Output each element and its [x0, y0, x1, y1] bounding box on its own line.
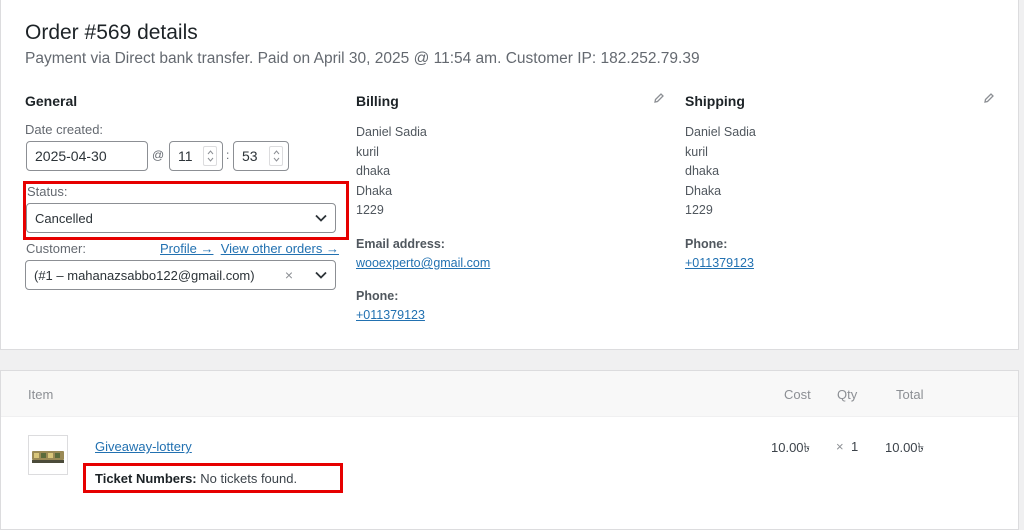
product-name-link[interactable]: Giveaway-lottery [95, 439, 192, 454]
profile-link[interactable]: Profile → [160, 241, 213, 256]
customer-select[interactable]: (#1 – mahanazsabbo122@gmail.com) × [25, 260, 336, 290]
item-column-header: Item [28, 387, 54, 402]
billing-address-line: 1229 [356, 203, 384, 218]
date-value: 2025-04-30 [35, 148, 107, 164]
shipping-address-line: kuril [685, 144, 708, 159]
pencil-icon[interactable] [653, 92, 665, 104]
status-highlight-box [23, 181, 349, 240]
spinner-arrows-icon[interactable] [203, 146, 217, 166]
time-colon: : [226, 148, 230, 162]
billing-address-line: Dhaka [356, 183, 393, 198]
hour-input[interactable]: 11 [169, 141, 223, 171]
shipping-address: Daniel Sadia kuril dhaka Dhaka 1229 [685, 123, 756, 221]
order-subtitle: Payment via Direct bank transfer. Paid o… [25, 50, 700, 67]
hour-value: 11 [178, 148, 193, 164]
shipping-address-line: Daniel Sadia [685, 125, 756, 139]
shipping-phone-link[interactable]: +011379123 [685, 256, 754, 270]
view-other-orders-link[interactable]: View other orders → [221, 241, 339, 256]
billing-address-line: dhaka [356, 164, 391, 179]
customer-label: Customer: [26, 241, 86, 256]
billing-heading: Billing [356, 93, 399, 109]
billing-phone-label: Phone: [356, 289, 399, 303]
billing-address-line: kuril [356, 144, 379, 159]
date-created-input[interactable]: 2025-04-30 [26, 141, 148, 171]
shipping-address-line: Dhaka [685, 183, 722, 198]
shipping-address-line: dhaka [685, 164, 720, 179]
billing-address: Daniel Sadia kuril dhaka Dhaka 1229 [356, 123, 427, 221]
customer-links: Profile → View other orders → [160, 241, 339, 256]
billing-email-label: Email address: [356, 237, 445, 251]
ticket-highlight-box [83, 463, 343, 493]
cost-column-header: Cost [784, 387, 811, 402]
pencil-icon[interactable] [983, 92, 995, 104]
minute-value: 53 [242, 148, 258, 164]
billing-email-link[interactable]: wooexperto@gmail.com [356, 256, 490, 270]
item-qty: 1 [851, 439, 859, 454]
items-table-header: Item Cost Qty Total [1, 371, 1018, 417]
billing-address-line: Daniel Sadia [356, 125, 427, 139]
spinner-arrows-icon[interactable] [269, 146, 283, 166]
at-sign: @ [152, 148, 165, 162]
general-heading: General [25, 93, 78, 109]
total-column-header: Total [896, 387, 924, 402]
billing-phone-link[interactable]: +011379123 [356, 308, 425, 322]
date-created-label: Date created: [25, 122, 104, 137]
qty-prefix: × [836, 439, 844, 454]
shipping-phone-label: Phone: [685, 237, 728, 251]
page-title: Order #569 details [25, 21, 198, 44]
shipping-address-line: 1229 [685, 203, 713, 218]
product-thumbnail[interactable] [28, 435, 68, 475]
minute-input[interactable]: 53 [233, 141, 289, 171]
chevron-down-icon [315, 271, 327, 279]
clear-customer-icon[interactable]: × [285, 267, 293, 283]
qty-column-header: Qty [837, 387, 858, 402]
item-cost: 10.00৳ [771, 440, 811, 455]
customer-value: (#1 – mahanazsabbo122@gmail.com) [34, 267, 255, 283]
order-items-panel: Item Cost Qty Total Giveaway-lottery Tic… [0, 370, 1019, 530]
shipping-heading: Shipping [685, 93, 745, 109]
order-data-panel: Order #569 details Payment via Direct ba… [0, 0, 1019, 350]
item-total: 10.00৳ [885, 440, 925, 455]
